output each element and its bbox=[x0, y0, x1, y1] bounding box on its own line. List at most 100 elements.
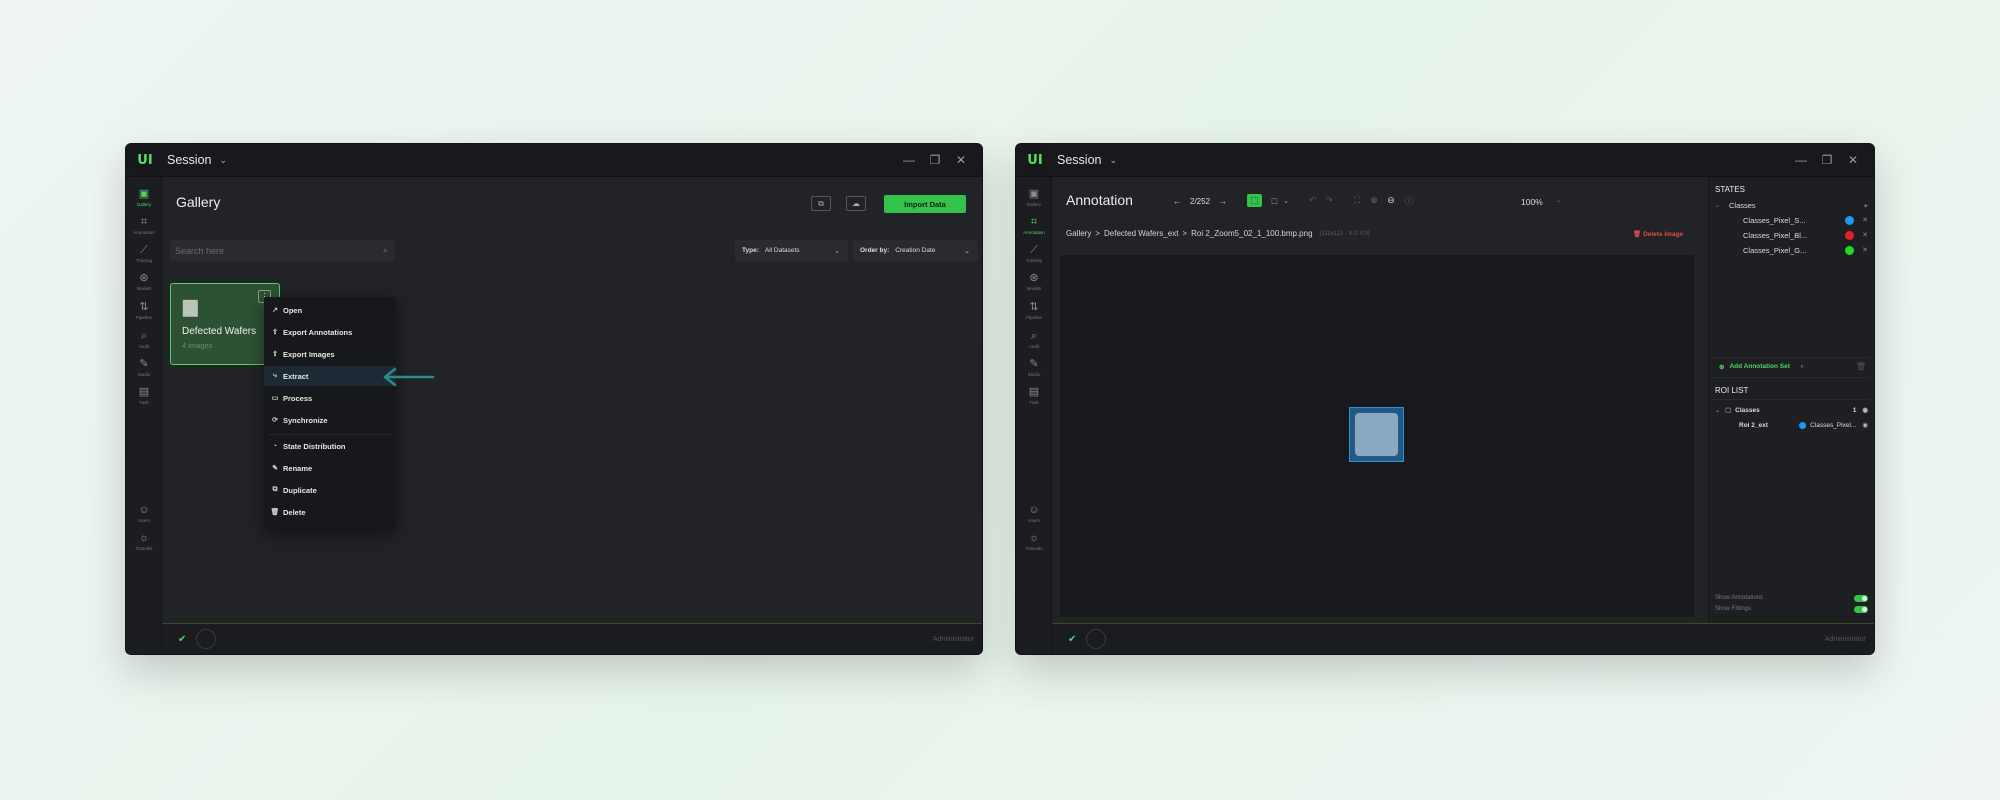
add-annotation-set-button[interactable]: ⊕ Add Annotation Set › bbox=[1719, 363, 1803, 371]
restore-icon[interactable]: ❐ bbox=[1820, 153, 1834, 167]
title-bar: UI Session ⌄ — ❐ ✕ bbox=[1016, 144, 1874, 177]
classes-group[interactable]: ⌄ Classes + bbox=[1715, 198, 1868, 212]
color-swatch[interactable] bbox=[1845, 215, 1855, 225]
trash-icon[interactable]: 🗑 bbox=[1856, 362, 1866, 371]
model-icon: ⊛ bbox=[1029, 272, 1039, 284]
show-fittings-toggle[interactable] bbox=[1854, 605, 1868, 613]
nav-studio[interactable]: ✎ Studio bbox=[126, 353, 162, 383]
cloud-icon[interactable]: ☁ bbox=[846, 196, 866, 211]
nav-pipeline[interactable]: ⇅ Pipeline bbox=[126, 296, 162, 326]
chevron-down-icon[interactable]: ⌄ bbox=[219, 155, 227, 166]
wand-icon: ✎ bbox=[1029, 358, 1039, 370]
roi-group[interactable]: ⌄ ▢ Classes 1 ◉ bbox=[1715, 403, 1868, 417]
image-info: (111x113 - X:0 Y:0) bbox=[1319, 230, 1370, 237]
menu-duplicate[interactable]: ⧉ Duplicate bbox=[264, 480, 396, 500]
search-input[interactable]: Search here ⌕ bbox=[170, 240, 394, 261]
color-swatch[interactable] bbox=[1845, 245, 1855, 255]
view-grid-icon[interactable]: ⧉ bbox=[811, 196, 831, 211]
menu-process[interactable]: ▭ Process bbox=[264, 388, 396, 408]
next-arrow-icon[interactable]: → bbox=[1219, 197, 1227, 206]
nav-training[interactable]: ⟋ Training bbox=[126, 239, 162, 269]
fit-icon[interactable]: ⛶ bbox=[1351, 194, 1363, 207]
nav-task[interactable]: ▤ Task bbox=[126, 381, 162, 411]
state-row[interactable]: Classes_Pixel_Bl... ✕ bbox=[1715, 228, 1868, 242]
clear-icon[interactable]: ⊗ bbox=[1368, 194, 1380, 207]
close-icon[interactable]: ✕ bbox=[1846, 153, 1860, 167]
zoom-level[interactable]: 100% bbox=[1521, 197, 1543, 207]
crumb-gallery[interactable]: Gallery bbox=[1066, 229, 1091, 238]
nav-users[interactable]: ☺ Users bbox=[1016, 499, 1052, 529]
restore-icon[interactable]: ❐ bbox=[928, 153, 942, 167]
nav-task[interactable]: ▤ Task bbox=[1016, 381, 1052, 411]
crumb-dataset[interactable]: Defected Wafers_ext bbox=[1104, 229, 1178, 238]
state-row[interactable]: Classes_Pixel_S... ✕ bbox=[1715, 213, 1868, 227]
pipeline-icon: ⇅ bbox=[1029, 301, 1039, 313]
session-label[interactable]: Session bbox=[1057, 153, 1101, 167]
menu-synchronize[interactable]: ⟳ Synchronize bbox=[264, 410, 396, 430]
menu-export-images[interactable]: ⇪ Export Images bbox=[264, 344, 396, 364]
zoom-out-icon[interactable]: ⊖ bbox=[1385, 194, 1397, 207]
info-icon[interactable]: ⓘ bbox=[1403, 194, 1415, 207]
nav-gallery[interactable]: ▣ Gallery bbox=[126, 183, 162, 213]
nav-pipeline[interactable]: ⇅ Pipeline bbox=[1016, 296, 1052, 326]
eye-icon[interactable]: ◉ bbox=[1862, 421, 1868, 429]
user-icon: ☺ bbox=[1028, 504, 1040, 516]
nav-models[interactable]: ⊛ Models bbox=[1016, 267, 1052, 297]
nav-annotation[interactable]: ⌗ Annotation bbox=[1016, 211, 1052, 241]
extract-icon: ⤷ bbox=[273, 372, 277, 379]
menu-extract[interactable]: ⤷ Extract bbox=[264, 366, 396, 386]
session-label[interactable]: Session bbox=[167, 153, 211, 167]
chevron-down-icon[interactable]: ⌄ bbox=[1556, 197, 1561, 204]
state-row[interactable]: Classes_Pixel_G... ✕ bbox=[1715, 243, 1868, 257]
nav-annotation[interactable]: ⌗ Annotation bbox=[126, 211, 162, 241]
menu-state-distribution[interactable]: ◔ State Distribution bbox=[264, 436, 396, 456]
undo-icon[interactable]: ↶ bbox=[1307, 194, 1319, 207]
rectangle-tool-icon[interactable]: □ bbox=[1268, 194, 1281, 207]
menu-rename[interactable]: ✎ Rename bbox=[264, 458, 396, 478]
prev-arrow-icon[interactable]: ← bbox=[1173, 197, 1181, 206]
add-icon[interactable]: + bbox=[1864, 201, 1868, 210]
progress-ring bbox=[1086, 629, 1107, 649]
menu-delete[interactable]: 🗑 Delete bbox=[264, 502, 396, 522]
chevron-down-icon[interactable]: ⌄ bbox=[1281, 194, 1291, 207]
color-swatch[interactable] bbox=[1845, 230, 1855, 240]
delete-image-button[interactable]: 🗑 Delete Image bbox=[1633, 230, 1683, 238]
import-data-button[interactable]: Import Data bbox=[884, 195, 966, 213]
nav-users[interactable]: ☺ Users bbox=[126, 499, 162, 529]
type-filter[interactable]: Type: All Datasets ⌄ bbox=[735, 240, 848, 261]
close-icon[interactable]: ✕ bbox=[1862, 231, 1868, 239]
nav-audit[interactable]: ⌕ Audit bbox=[126, 325, 162, 355]
nav-models[interactable]: ⊛ Models bbox=[126, 267, 162, 297]
image-canvas[interactable] bbox=[1060, 255, 1694, 617]
chevron-down-icon[interactable]: ⌄ bbox=[1109, 155, 1117, 166]
minimize-icon[interactable]: — bbox=[902, 153, 916, 167]
eye-icon[interactable]: ◉ bbox=[1862, 406, 1868, 414]
nav-studio[interactable]: ✎ Studio bbox=[1016, 353, 1052, 383]
nav-tutorials[interactable]: ☼ Tutorials bbox=[126, 527, 162, 557]
redo-icon[interactable]: ↷ bbox=[1323, 194, 1335, 207]
close-icon[interactable]: ✕ bbox=[1862, 246, 1868, 254]
search-icon: ⌕ bbox=[382, 245, 388, 255]
roi-item[interactable]: Roi 2_ext Classes_Pixel... ◉ bbox=[1715, 418, 1868, 432]
model-icon: ⊛ bbox=[139, 272, 149, 284]
show-annotations-toggle[interactable] bbox=[1854, 594, 1868, 602]
roi-annotation[interactable] bbox=[1349, 407, 1404, 462]
nav-tutorials[interactable]: ☼ Tutorials bbox=[1016, 527, 1052, 557]
crop-icon: ⌗ bbox=[140, 216, 148, 228]
folder-icon: ▆ bbox=[183, 296, 198, 317]
nav-gallery[interactable]: ▣ Gallery bbox=[1016, 183, 1052, 213]
sidebar: ▣ Gallery ⌗ Annotation ⟋ Training ⊛ Models ⇅… bbox=[1016, 177, 1052, 654]
right-panel: STATES ⌄ Classes + Classes_Pixel_S... ✕ … bbox=[1708, 177, 1874, 623]
close-icon[interactable]: ✕ bbox=[954, 153, 968, 167]
states-title: STATES bbox=[1715, 185, 1745, 194]
select-tool-icon[interactable]: ⬚ bbox=[1247, 194, 1262, 207]
nav-training[interactable]: ⟋ Training bbox=[1016, 239, 1052, 269]
minimize-icon[interactable]: — bbox=[1794, 153, 1808, 167]
user-role: Administrator bbox=[932, 635, 974, 643]
close-icon[interactable]: ✕ bbox=[1862, 216, 1868, 224]
folder-icon: ▢ bbox=[1725, 407, 1732, 414]
nav-audit[interactable]: ⌕ Audit bbox=[1016, 325, 1052, 355]
menu-export-annotations[interactable]: ⇪ Export Annotations bbox=[264, 322, 396, 342]
menu-open[interactable]: ↗ Open bbox=[264, 300, 396, 320]
order-filter[interactable]: Order by: Creation Date ⌄ bbox=[853, 240, 978, 261]
